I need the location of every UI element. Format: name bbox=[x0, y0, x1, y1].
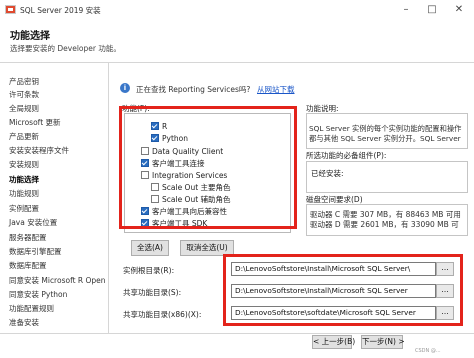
shared-dir-x86-label: 共享功能目录(x86)(X): bbox=[123, 310, 202, 319]
sidebar-item[interactable]: 产品密钥 bbox=[9, 76, 39, 87]
sidebar-item[interactable]: 同意安装 Microsoft R Open bbox=[9, 275, 106, 286]
disk-line: 驱动器 C 需要 307 MB，有 88463 MB 可用 bbox=[310, 210, 461, 219]
disk-line: 驱动器 D 需要 2601 MB，有 33090 MB 可 bbox=[310, 220, 459, 229]
watermark: CSDN @... bbox=[415, 348, 441, 354]
info-text: 正在查找 Reporting Services吗? bbox=[136, 85, 251, 94]
instance-root-label: 实例根目录(R): bbox=[123, 266, 175, 275]
sidebar-item[interactable]: Java 安装位置 bbox=[9, 217, 57, 228]
disk-text: 驱动器 C 需要 307 MB，有 88463 MB 可用 驱动器 D 需要 2… bbox=[310, 210, 461, 230]
sidebar-item[interactable]: 许可条款 bbox=[9, 89, 39, 100]
sidebar-item[interactable]: 全局规则 bbox=[9, 103, 39, 114]
sidebar-item[interactable]: 同意安装 Python bbox=[9, 289, 67, 300]
sidebar-item[interactable]: 安装安装程序文件 bbox=[9, 145, 69, 156]
sidebar-item[interactable]: 安装规则 bbox=[9, 159, 39, 170]
close-icon[interactable]: ✕ bbox=[447, 0, 471, 20]
sidebar-item[interactable]: 服务器配置 bbox=[9, 232, 47, 243]
page-header bbox=[0, 20, 474, 63]
sidebar-item[interactable]: 产品更新 bbox=[9, 131, 39, 142]
sidebar-item[interactable]: Microsoft 更新 bbox=[9, 117, 61, 128]
sidebar-item[interactable]: 功能规则 bbox=[9, 188, 39, 199]
sql-server-icon bbox=[5, 5, 16, 14]
select-all-button[interactable]: 全选(A) bbox=[131, 240, 169, 256]
sidebar-item[interactable]: 功能配置规则 bbox=[9, 303, 54, 314]
description-line: 都与其他 SQL Server 实例分开。SQL Server bbox=[309, 134, 461, 143]
download-link[interactable]: 从网站下载 bbox=[257, 84, 295, 95]
maximize-icon[interactable]: □ bbox=[420, 0, 444, 20]
window-title: SQL Server 2019 安装 bbox=[20, 6, 101, 15]
sidebar-item-active[interactable]: 功能选择 bbox=[9, 174, 39, 185]
sidebar-item[interactable]: 准备安装 bbox=[9, 317, 39, 328]
prereq-text: 已经安装: bbox=[311, 169, 344, 178]
info-icon: i bbox=[120, 83, 130, 93]
shared-dir-label: 共享功能目录(S): bbox=[123, 288, 182, 297]
page-title: 功能选择 bbox=[10, 31, 50, 42]
description-text: SQL Server 实例的每个实例功能的配置和操作 都与其他 SQL Serv… bbox=[309, 124, 465, 144]
highlight-box-paths bbox=[223, 254, 463, 326]
back-button[interactable]: < 上一步(B) bbox=[312, 335, 355, 349]
sidebar-item[interactable]: 实例配置 bbox=[9, 203, 39, 214]
prereq-label: 所选功能的必备组件(P): bbox=[306, 151, 387, 160]
next-button[interactable]: 下一步(N) > bbox=[361, 335, 405, 349]
minimize-icon[interactable]: – bbox=[394, 0, 418, 20]
sidebar-item[interactable]: 数据库配置 bbox=[9, 260, 47, 271]
sidebar-item[interactable]: 数据库引擎配置 bbox=[9, 246, 62, 257]
highlight-box-features bbox=[119, 106, 297, 229]
page-subtitle: 选择要安装的 Developer 功能。 bbox=[10, 44, 121, 53]
description-line: SQL Server 实例的每个实例功能的配置和操作 bbox=[309, 124, 462, 133]
